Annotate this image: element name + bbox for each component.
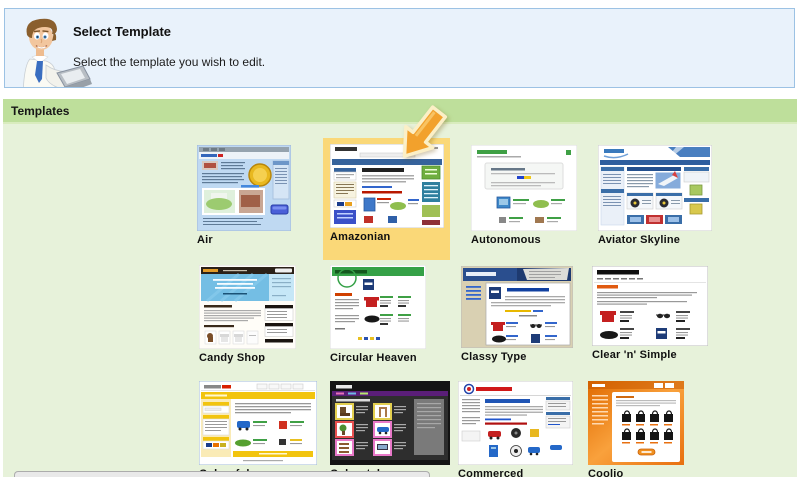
template-thumbnail-commerced[interactable] [458, 381, 573, 465]
template-label: Air [197, 234, 291, 246]
template-label: Aviator Skyline [598, 234, 712, 246]
template-card-colourful[interactable]: Colourful [199, 381, 317, 477]
template-thumbnail-circular-heaven[interactable] [330, 265, 426, 349]
template-label: Candy Shop [199, 352, 296, 364]
template-label: Amazonian [330, 231, 444, 243]
template-card-candy-shop[interactable]: Candy Shop [199, 265, 296, 364]
template-card-clear-n-simple[interactable]: Clear 'n' Simple [592, 266, 708, 361]
template-card-commerced[interactable]: Commerced [458, 381, 573, 477]
template-thumbnail-coolio[interactable] [588, 381, 684, 465]
selected-template-arrow-icon [392, 104, 464, 178]
template-label: Autonomous [471, 234, 577, 246]
header-panel: Select Template Select the template you … [4, 8, 795, 88]
tooltip-bar-fragment [14, 471, 430, 477]
template-card-air[interactable]: Air [197, 145, 291, 246]
template-label: Commerced [458, 468, 573, 477]
template-card-circular-heaven[interactable]: Circular Heaven [330, 265, 426, 364]
templates-section-title: Templates [11, 104, 69, 118]
template-thumbnail-autonomous[interactable] [471, 145, 577, 231]
template-card-aviator-skyline[interactable]: Aviator Skyline [598, 145, 712, 246]
template-thumbnail-clear-n-simple[interactable] [592, 266, 708, 346]
page-title: Select Template [73, 24, 171, 39]
template-label: Clear 'n' Simple [592, 349, 708, 361]
template-card-colourtab[interactable]: Colourtab [330, 381, 450, 477]
page-subtitle: Select the template you wish to edit. [73, 55, 265, 69]
template-label: Coolio [588, 468, 684, 477]
template-thumbnail-air[interactable] [197, 145, 291, 231]
template-thumbnail-colourful[interactable] [199, 381, 317, 465]
template-card-classy-type[interactable]: Classy Type [461, 266, 573, 363]
template-thumbnail-candy-shop[interactable] [199, 265, 296, 349]
template-label: Circular Heaven [330, 352, 426, 364]
template-thumbnail-colourtab[interactable] [330, 381, 450, 465]
template-thumbnail-aviator-skyline[interactable] [598, 145, 712, 231]
template-card-autonomous[interactable]: Autonomous [471, 145, 577, 246]
template-card-coolio[interactable]: Coolio [588, 381, 684, 477]
template-label: Classy Type [461, 351, 573, 363]
select-template-page: Select Template Select the template you … [0, 0, 800, 477]
template-thumbnail-classy-type[interactable] [461, 266, 573, 348]
